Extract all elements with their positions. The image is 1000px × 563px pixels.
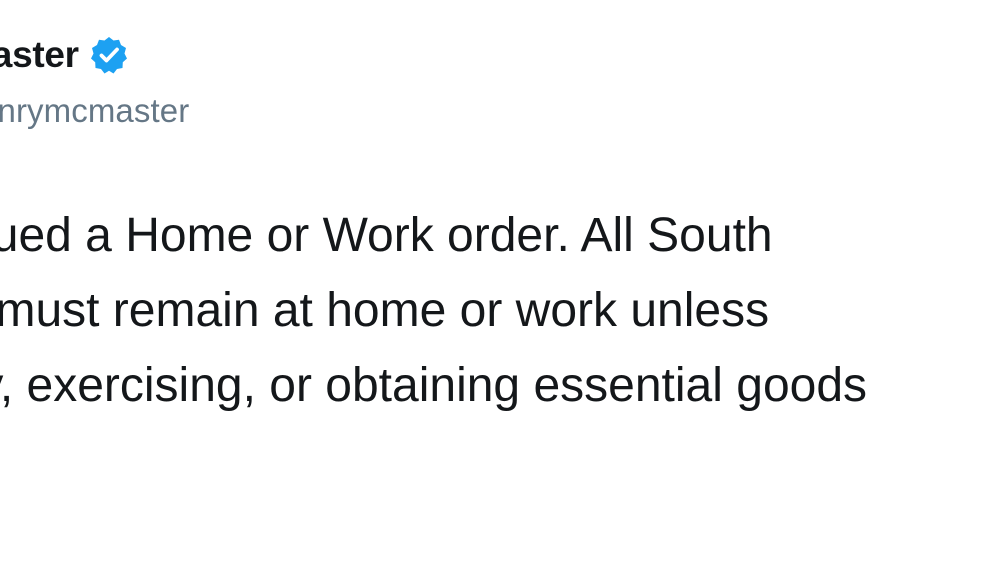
page: Governor Henry McMaster @henrymcmaster I… bbox=[0, 0, 1000, 563]
tweet-text-line-1: I have issued a Home or Work order. All … bbox=[0, 209, 773, 262]
author-display-name[interactable]: Governor Henry McMaster bbox=[0, 34, 79, 76]
author-handle-text[interactable]: @henrymcmaster bbox=[0, 92, 189, 130]
author-handle[interactable]: @henrymcmaster bbox=[0, 92, 189, 130]
tweet-text-line-2: Carolinians must remain at home or work … bbox=[0, 284, 770, 337]
verified-badge-svg bbox=[90, 37, 127, 74]
tweet-text: I have issued a Home or Work order. All … bbox=[0, 198, 1000, 423]
verified-badge-icon bbox=[89, 35, 129, 75]
tweet-author-row[interactable]: Governor Henry McMaster bbox=[0, 34, 129, 76]
tweet-card: Governor Henry McMaster @henrymcmaster I… bbox=[0, 0, 1000, 563]
tweet-text-line-3: visiting family, exercising, or obtainin… bbox=[0, 359, 868, 412]
